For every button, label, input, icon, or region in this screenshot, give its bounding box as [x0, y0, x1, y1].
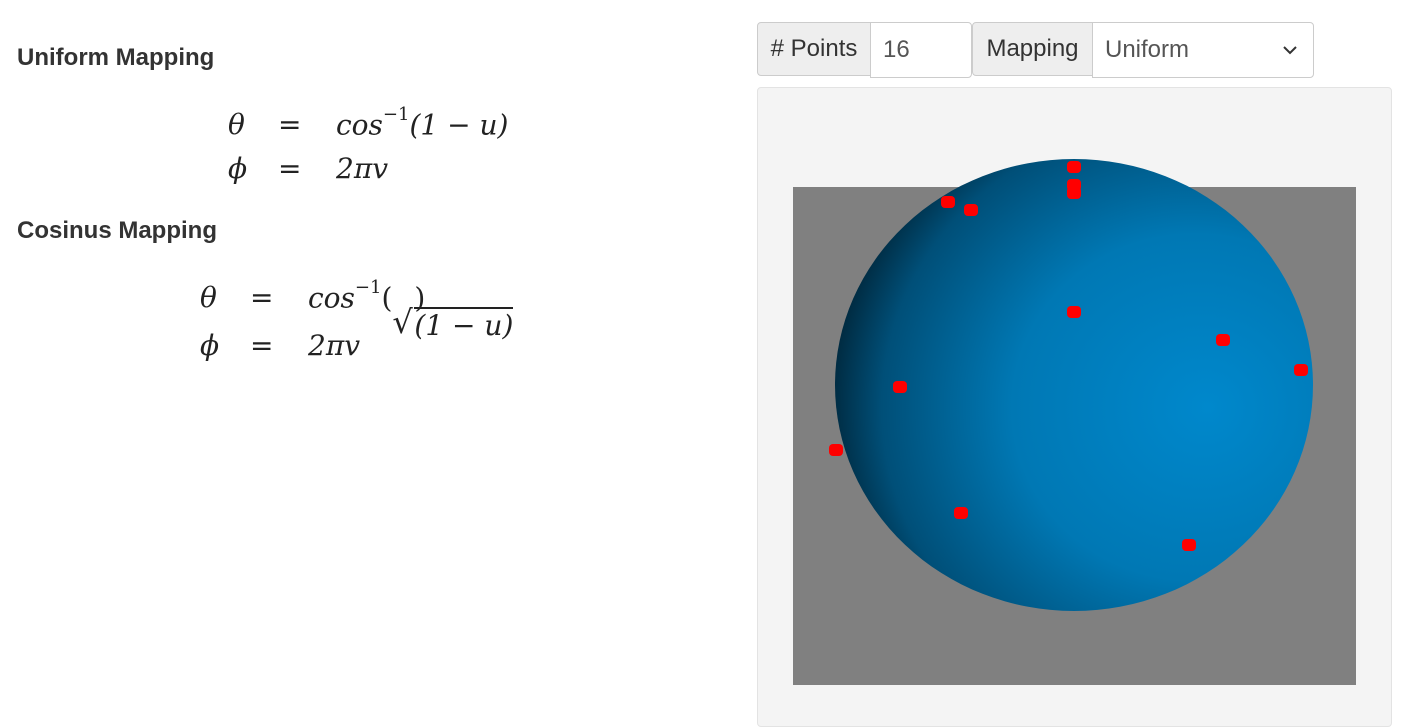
sample-point [1216, 334, 1230, 346]
sample-point [1182, 539, 1196, 551]
mapping-selected-value: Uniform [1105, 36, 1190, 63]
uniform-mapping-heading: Uniform Mapping [17, 44, 215, 71]
theta-symbol: θ [228, 108, 245, 141]
inverse-exponent: −1 [382, 104, 410, 125]
radical-sign: √ [392, 303, 413, 342]
equals-sign: = [250, 329, 274, 362]
cos-function: cos [336, 108, 383, 142]
sample-point [1294, 364, 1308, 376]
chevron-down-icon [1283, 46, 1297, 55]
theta-symbol: θ [200, 281, 217, 314]
points-input[interactable]: 16 [870, 22, 972, 78]
theta-rhs: cos−1(1 − u) [336, 104, 509, 142]
radicand: (1 − u) [414, 307, 514, 343]
sample-point [1067, 306, 1081, 318]
inverse-exponent: −1 [354, 277, 382, 298]
phi-rhs: 2πv [336, 152, 389, 185]
sample-point [941, 196, 955, 208]
sample-point [954, 507, 968, 519]
open-paren: ( [381, 281, 393, 315]
cosinus-mapping-heading: Cosinus Mapping [17, 217, 217, 244]
mapping-label: Mapping [972, 22, 1093, 76]
sphere-scene [829, 159, 1313, 611]
viewport-panel [757, 87, 1392, 727]
sample-point [1067, 161, 1081, 173]
phi-symbol: ϕ [228, 152, 248, 185]
theta-rhs: cos−1(√ (1 − u)) [308, 277, 514, 342]
sample-point [829, 444, 843, 456]
equations-column: Uniform Mapping θ = cos−1(1 − u) ϕ = 2πv… [0, 0, 740, 706]
sample-point [893, 381, 907, 393]
cos-function: cos [308, 281, 355, 315]
render-canvas[interactable] [793, 159, 1356, 685]
cos-argument: (1 − u) [409, 108, 509, 142]
sample-point [1067, 179, 1081, 191]
equals-sign: = [250, 281, 274, 314]
phi-rhs: 2πv [308, 329, 361, 362]
sample-point [964, 204, 978, 216]
equals-sign: = [278, 108, 302, 141]
equals-sign: = [278, 152, 302, 185]
phi-symbol: ϕ [200, 329, 220, 362]
mapping-select[interactable]: Uniform [1092, 22, 1314, 78]
points-label: # Points [757, 22, 871, 76]
